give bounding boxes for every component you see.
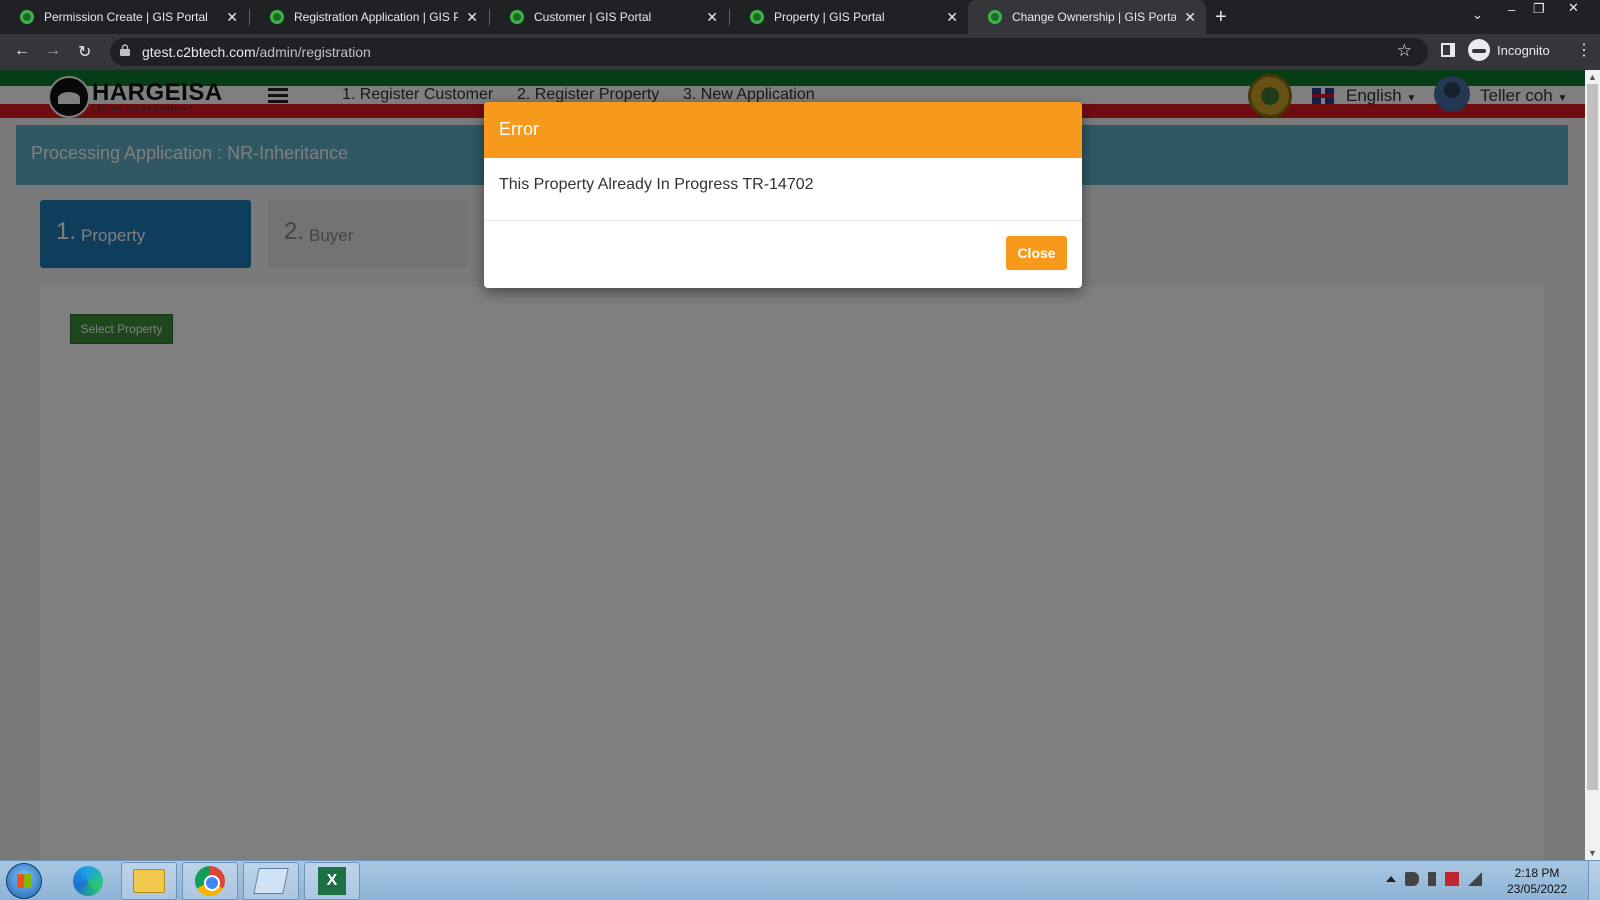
taskbar-chrome[interactable] bbox=[182, 862, 238, 900]
browser-tab[interactable]: Customer | GIS Portal ✕ bbox=[490, 0, 728, 34]
clock-date: 23/05/2022 bbox=[1506, 882, 1568, 896]
excel-icon: X bbox=[318, 867, 346, 895]
tray-expand-icon[interactable] bbox=[1386, 876, 1396, 882]
window-close-icon[interactable]: ✕ bbox=[1568, 0, 1579, 16]
close-tab-icon[interactable]: ✕ bbox=[946, 9, 958, 26]
volume-icon[interactable] bbox=[1405, 872, 1419, 886]
modal-message: This Property Already In Progress TR-147… bbox=[499, 176, 814, 193]
tab-title: Customer | GIS Portal bbox=[534, 10, 652, 24]
lock-icon bbox=[120, 44, 130, 56]
tab-title: Property | GIS Portal bbox=[774, 10, 885, 24]
incognito-icon bbox=[1468, 39, 1490, 61]
browser-menu-icon[interactable]: ⋮ bbox=[1576, 40, 1592, 60]
browser-tab-active[interactable]: Change Ownership | GIS Portal ✕ bbox=[968, 0, 1206, 34]
network-disconnected-icon[interactable] bbox=[1445, 872, 1459, 886]
modal-title: Error bbox=[499, 119, 539, 139]
gis-favicon-icon bbox=[20, 10, 34, 24]
taskbar-excel[interactable]: X bbox=[304, 862, 360, 900]
url-host: gtest.c2btech.com bbox=[142, 44, 256, 60]
tab-title: Registration Application | GIS Po bbox=[294, 10, 459, 24]
modal-divider bbox=[484, 220, 1082, 221]
error-modal: Error This Property Already In Progress … bbox=[484, 102, 1082, 288]
address-bar[interactable]: gtest.c2btech.com/admin/registration ☆ bbox=[110, 38, 1428, 66]
browser-tab[interactable]: Property | GIS Portal ✕ bbox=[730, 0, 968, 34]
incognito-indicator[interactable]: Incognito bbox=[1468, 39, 1550, 61]
forward-arrow-icon[interactable]: → bbox=[45, 42, 61, 60]
edge-icon bbox=[73, 866, 103, 896]
chrome-icon bbox=[195, 866, 225, 896]
gis-favicon-icon bbox=[988, 10, 1002, 24]
taskbar-edge[interactable] bbox=[60, 862, 116, 900]
close-tab-icon[interactable]: ✕ bbox=[466, 9, 478, 26]
tab-title: Permission Create | GIS Portal bbox=[44, 10, 208, 24]
side-panel-icon[interactable] bbox=[1441, 43, 1455, 57]
gis-favicon-icon bbox=[510, 10, 524, 24]
url-text: gtest.c2btech.com/admin/registration bbox=[142, 44, 371, 60]
taskbar-file-explorer[interactable] bbox=[121, 862, 177, 900]
scrollbar-thumb[interactable] bbox=[1587, 84, 1598, 790]
gis-favicon-icon bbox=[750, 10, 764, 24]
url-path: /admin/registration bbox=[255, 44, 371, 60]
taskbar-notepad[interactable] bbox=[243, 862, 299, 900]
gis-favicon-icon bbox=[270, 10, 284, 24]
back-arrow-icon[interactable]: ← bbox=[14, 42, 30, 60]
clock-time: 2:18 PM bbox=[1514, 866, 1560, 880]
page-scrollbar[interactable]: ▲ ▼ bbox=[1585, 70, 1600, 860]
close-tab-icon[interactable]: ✕ bbox=[1184, 9, 1196, 26]
new-tab-icon[interactable]: + bbox=[1215, 6, 1227, 29]
show-desktop-button[interactable] bbox=[1588, 861, 1600, 900]
windows-taskbar: X 2:18 PM 23/05/2022 bbox=[0, 860, 1600, 900]
close-tab-icon[interactable]: ✕ bbox=[226, 9, 238, 26]
browser-tab-bar: Permission Create | GIS Portal ✕ Registr… bbox=[0, 0, 1600, 34]
browser-tab[interactable]: Registration Application | GIS Po ✕ bbox=[250, 0, 488, 34]
folder-icon bbox=[133, 869, 165, 893]
browser-tab[interactable]: Permission Create | GIS Portal ✕ bbox=[0, 0, 248, 34]
battery-icon[interactable] bbox=[1428, 872, 1436, 886]
web-page: HARGEISA LOCAL GOVERNMENT 1. Register Cu… bbox=[0, 70, 1585, 860]
tab-search-chevron-icon[interactable]: ⌄ bbox=[1472, 7, 1483, 23]
browser-toolbar: ← → ↻ gtest.c2btech.com/admin/registrati… bbox=[0, 34, 1600, 70]
bookmark-star-icon[interactable]: ☆ bbox=[1397, 41, 1412, 61]
reload-icon[interactable]: ↻ bbox=[78, 42, 91, 62]
close-tab-icon[interactable]: ✕ bbox=[706, 9, 718, 26]
signal-icon[interactable] bbox=[1468, 872, 1482, 886]
restore-icon[interactable]: ❐ bbox=[1533, 1, 1545, 17]
scroll-up-icon[interactable]: ▲ bbox=[1588, 72, 1597, 82]
system-tray bbox=[1386, 872, 1482, 886]
scroll-down-icon[interactable]: ▼ bbox=[1588, 848, 1597, 858]
incognito-label: Incognito bbox=[1497, 42, 1550, 58]
close-button[interactable]: Close bbox=[1006, 236, 1067, 270]
minimize-icon[interactable]: – bbox=[1508, 2, 1515, 17]
notepad-icon bbox=[253, 868, 289, 894]
modal-header: Error bbox=[484, 102, 1082, 158]
windows-start-icon[interactable] bbox=[6, 863, 42, 899]
tab-title: Change Ownership | GIS Portal bbox=[1012, 10, 1177, 24]
taskbar-clock[interactable]: 2:18 PM 23/05/2022 bbox=[1505, 865, 1569, 897]
